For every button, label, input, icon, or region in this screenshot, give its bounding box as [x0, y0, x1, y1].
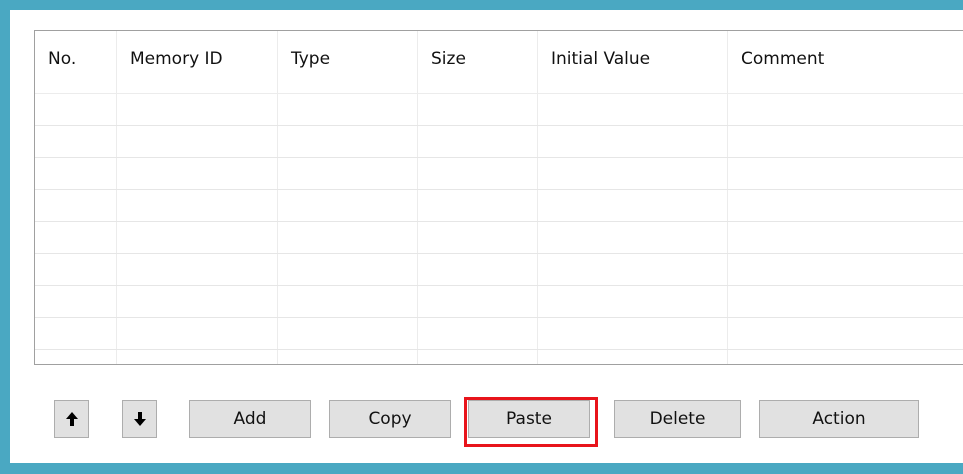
column-header-type[interactable]: Type	[278, 31, 418, 93]
arrow-down-icon	[133, 412, 146, 426]
table-row[interactable]	[35, 125, 963, 126]
column-header-initial-value[interactable]: Initial Value	[538, 31, 728, 93]
column-divider	[727, 93, 728, 364]
add-button[interactable]: Add	[189, 400, 311, 438]
copy-button[interactable]: Copy	[329, 400, 451, 438]
arrow-up-icon	[65, 412, 78, 426]
table-row[interactable]	[35, 157, 963, 158]
table-row[interactable]	[35, 285, 963, 286]
move-down-button[interactable]	[122, 400, 157, 438]
memory-table[interactable]: No. Memory ID Type Size Initial Value Co…	[34, 30, 963, 365]
column-header-memory-id[interactable]: Memory ID	[117, 31, 278, 93]
paste-button[interactable]: Paste	[468, 400, 590, 438]
table-row[interactable]	[35, 221, 963, 222]
column-divider	[537, 93, 538, 364]
column-divider	[116, 93, 117, 364]
move-up-button[interactable]	[54, 400, 89, 438]
table-row[interactable]	[35, 317, 963, 318]
column-header-size[interactable]: Size	[418, 31, 538, 93]
column-header-no[interactable]: No.	[35, 31, 117, 93]
column-divider	[277, 93, 278, 364]
table-row[interactable]	[35, 349, 963, 350]
table-row[interactable]	[35, 253, 963, 254]
dialog-panel: No. Memory ID Type Size Initial Value Co…	[10, 10, 963, 463]
table-row[interactable]	[35, 189, 963, 190]
table-header: No. Memory ID Type Size Initial Value Co…	[35, 31, 963, 94]
column-header-comment[interactable]: Comment	[728, 31, 963, 93]
delete-button[interactable]: Delete	[614, 400, 741, 438]
column-divider	[417, 93, 418, 364]
action-button[interactable]: Action	[759, 400, 919, 438]
